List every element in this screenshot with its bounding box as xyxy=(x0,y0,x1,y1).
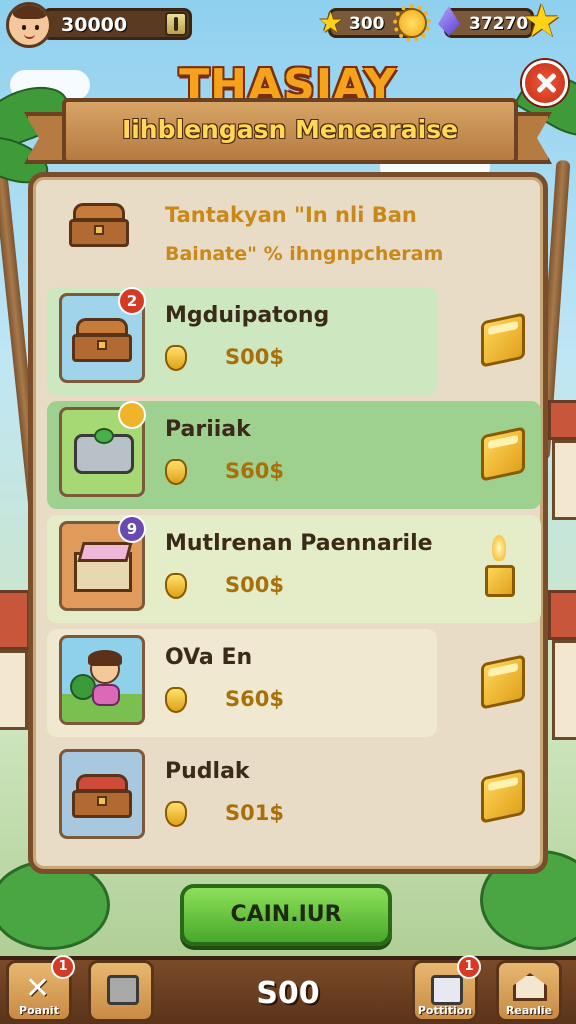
nav-label: Pottition xyxy=(417,1004,473,1017)
item-thumbnail xyxy=(59,635,145,725)
item-price: S01$ xyxy=(225,801,284,825)
shop-item-5[interactable]: Pudlak S01$ xyxy=(47,743,541,855)
nav-position-button[interactable]: 1 Pottition xyxy=(412,955,481,1022)
nav-label: Poanit xyxy=(19,1004,59,1017)
top-hud: 30000 300 ★ 37270 ★ xyxy=(0,0,576,50)
buy-candle-icon[interactable] xyxy=(483,535,517,597)
banner-text: Iihblengasn Menearaise xyxy=(121,115,459,144)
intro-section: Tantakyan "In nli Ban Bainate" % ihngnpc… xyxy=(33,177,543,287)
item-price: S00$ xyxy=(225,345,284,369)
intro-line-1: Tantakyan "In nli Ban xyxy=(165,203,417,227)
item-name: OVa En xyxy=(165,645,253,670)
nav-badge: 1 xyxy=(457,955,481,979)
nav-badge: 1 xyxy=(51,955,75,979)
item-price: S00$ xyxy=(225,573,284,597)
cross-icon: ✕ xyxy=(25,971,51,1006)
buy-cube-icon[interactable] xyxy=(481,654,525,710)
item-name: Mutlrenan Paennarile xyxy=(165,531,433,556)
coin-counter[interactable]: 30000 xyxy=(42,8,192,40)
intro-line-2: Bainate" % ihngnpcheram xyxy=(165,243,444,265)
gift-icon xyxy=(431,975,463,1005)
item-name: Pariiak xyxy=(165,417,251,442)
item-badge: 2 xyxy=(118,287,146,315)
shop-item-1[interactable]: 2 Mgduipatong S00$ xyxy=(47,287,541,399)
continue-button[interactable]: CAIN.IUR xyxy=(180,884,392,946)
shop-item-3[interactable]: 9 Mutlrenan Paennarile S00$ xyxy=(47,515,541,627)
buy-cube-icon[interactable] xyxy=(481,426,525,482)
coin-value: 30000 xyxy=(61,14,128,36)
big-star-icon: ★ xyxy=(522,0,562,47)
add-coins-button[interactable] xyxy=(165,12,187,36)
nav-home-button[interactable]: Reanlie xyxy=(496,960,562,1022)
coin-icon xyxy=(165,801,187,827)
item-name: Pudlak xyxy=(165,759,250,784)
item-badge xyxy=(118,401,146,429)
coin-icon xyxy=(165,459,187,485)
item-thumbnail xyxy=(59,749,145,839)
item-badge: 9 xyxy=(118,515,146,543)
item-price: S60$ xyxy=(225,459,284,483)
sun-icon xyxy=(393,4,431,42)
nav-points-button[interactable]: ✕ 1 Poanit xyxy=(6,955,75,1022)
chest-icon xyxy=(72,318,132,362)
box-icon xyxy=(107,975,139,1005)
total-value: S00 xyxy=(256,976,320,1011)
shop-panel: Tantakyan "In nli Ban Bainate" % ihngnpc… xyxy=(28,172,548,874)
coin-icon xyxy=(165,345,187,371)
coin-icon xyxy=(165,687,187,713)
star-icon: ★ xyxy=(318,6,344,39)
item-name: Mgduipatong xyxy=(165,303,330,328)
coin-icon xyxy=(165,573,187,599)
shop-item-4[interactable]: OVa En S60$ xyxy=(47,629,541,741)
house-icon xyxy=(513,973,547,1001)
shop-item-2[interactable]: Pariiak S60$ xyxy=(47,401,541,513)
star-value: 300 xyxy=(349,14,385,34)
player-avatar[interactable] xyxy=(6,2,52,48)
close-button[interactable] xyxy=(522,60,568,106)
chest-icon xyxy=(72,774,132,818)
gem-value: 37270 xyxy=(469,14,529,34)
nav-label: Reanlie xyxy=(505,1004,553,1017)
buy-cube-icon[interactable] xyxy=(481,768,525,824)
chest-icon xyxy=(69,203,129,247)
item-price: S60$ xyxy=(225,687,284,711)
nav-box-button[interactable] xyxy=(88,960,154,1022)
buy-cube-icon[interactable] xyxy=(481,312,525,368)
